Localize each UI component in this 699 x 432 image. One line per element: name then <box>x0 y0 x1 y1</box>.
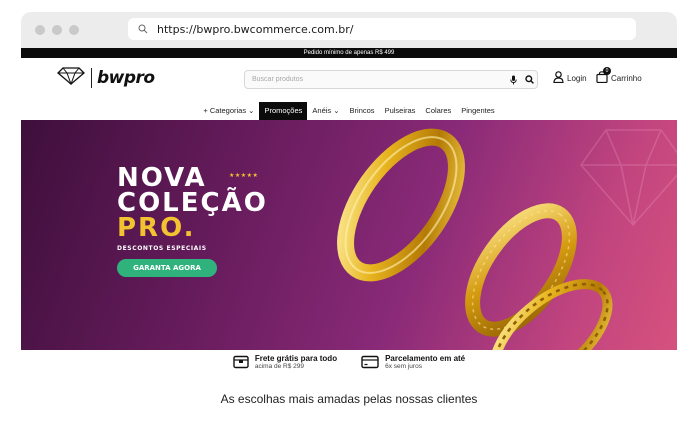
nav-item-categorias[interactable]: + Categorias ⌄ <box>198 102 259 120</box>
garanta-agora-button[interactable]: GARANTA AGORA <box>117 259 217 277</box>
brand-name: bwpro <box>97 68 155 88</box>
search-icon <box>133 24 153 34</box>
cart-count-badge: 0 <box>603 67 611 75</box>
browser-toolbar: https://bwpro.bwcommerce.com.br/ <box>21 12 677 48</box>
site-logo[interactable]: bwpro <box>57 67 155 89</box>
window-controls <box>35 25 79 35</box>
benefit-free-shipping: Frete grátis para todo acima de R$ 299 <box>233 354 337 384</box>
diamond-logo-icon <box>57 67 85 89</box>
product-search[interactable]: Buscar produtos <box>244 70 538 89</box>
nav-item-colares[interactable]: Colares <box>420 102 456 120</box>
url-text[interactable]: https://bwpro.bwcommerce.com.br/ <box>157 23 353 36</box>
microphone-icon[interactable] <box>505 75 521 85</box>
shopping-bag-icon: 0 <box>596 67 611 85</box>
hero-subtitle: DESCONTOS ESPECIAIS <box>117 245 207 252</box>
nav-item-pingentes[interactable]: Pingentes <box>456 102 499 120</box>
benefit-subtitle: 6x sem juros <box>385 363 422 370</box>
hero-pro-dot: . <box>183 213 196 243</box>
gold-ring-1 <box>337 128 465 282</box>
user-icon <box>553 71 564 85</box>
browser-window: https://bwpro.bwcommerce.com.br/ Pedido … <box>0 0 699 432</box>
logo-divider <box>91 68 92 88</box>
address-bar[interactable]: https://bwpro.bwcommerce.com.br/ <box>128 18 636 40</box>
benefits-bar: Frete grátis para todo acima de R$ 299 P… <box>21 350 677 384</box>
main-navigation: + Categorias ⌄ Promoções Anéis ⌄ Brincos… <box>21 102 677 120</box>
window-close-button[interactable] <box>35 25 45 35</box>
credit-card-icon <box>361 354 379 373</box>
hero-banner[interactable]: ★★★★★ NOVA COLEÇÃO PRO. DESCONTOS ESPECI… <box>21 120 677 350</box>
web-page: Pedido mínimo de apenas R$ 499 bwpro Bus… <box>21 48 677 432</box>
cart-label: Carrinho <box>611 73 642 83</box>
login-link[interactable]: Login <box>553 71 587 85</box>
site-header: bwpro Buscar produtos Login 0 Carrinho <box>21 58 677 102</box>
window-maximize-button[interactable] <box>69 25 79 35</box>
benefit-subtitle: acima de R$ 299 <box>254 363 304 370</box>
window-minimize-button[interactable] <box>52 25 62 35</box>
hero-headline: NOVA COLEÇÃO PRO. DESCONTOS ESPECIAIS <box>117 165 268 252</box>
hero-line-pro: PRO <box>117 213 184 243</box>
search-input[interactable]: Buscar produtos <box>245 76 505 83</box>
login-label: Login <box>567 73 587 83</box>
background-diamond-icon <box>580 129 677 227</box>
benefit-title: Frete grátis para todo <box>254 354 338 363</box>
search-button-icon[interactable] <box>521 75 537 84</box>
nav-item-aneis[interactable]: Anéis ⌄ <box>307 102 344 120</box>
nav-item-brincos[interactable]: Brincos <box>345 102 380 120</box>
benefit-installments: Parcelamento em até 6x sem juros <box>361 354 465 384</box>
nav-item-promocoes[interactable]: Promoções <box>259 102 308 120</box>
benefit-title: Parcelamento em até <box>385 354 466 363</box>
section-title: As escolhas mais amadas pelas nossas cli… <box>220 392 478 406</box>
nav-item-pulseiras[interactable]: Pulseiras <box>380 102 421 120</box>
shipping-box-icon <box>233 354 249 373</box>
cart-link[interactable]: 0 Carrinho <box>596 67 642 85</box>
announcement-bar: Pedido mínimo de apenas R$ 499 <box>21 48 677 58</box>
